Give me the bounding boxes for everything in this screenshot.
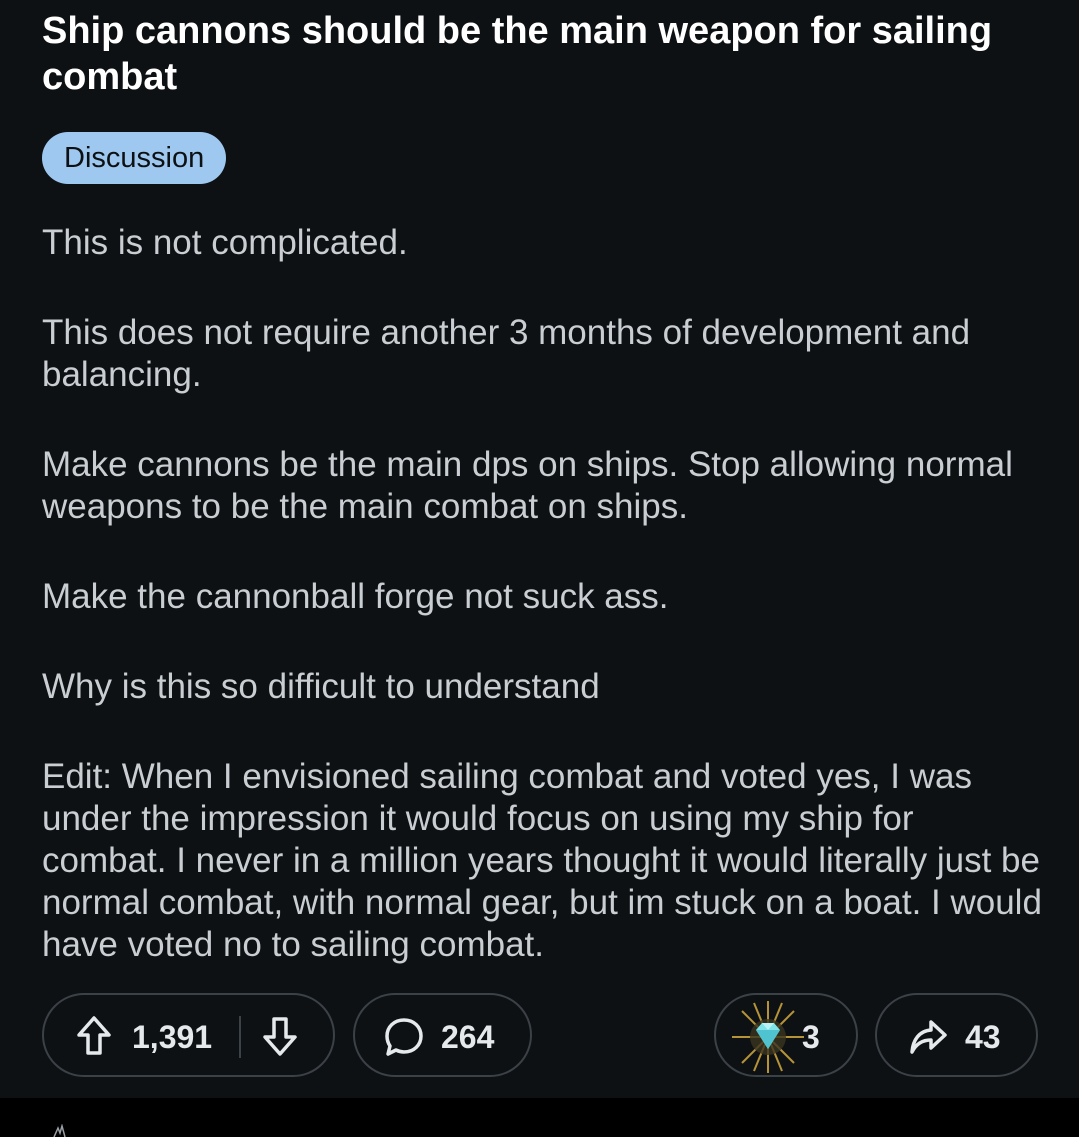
vote-score: 1,391 <box>132 1019 213 1055</box>
award-button[interactable]: 3 <box>714 993 858 1077</box>
upvote-arrow-icon[interactable] <box>76 1015 112 1057</box>
diamond-award-icon <box>728 999 808 1075</box>
share-count: 43 <box>965 1019 1001 1055</box>
bottom-bar <box>0 1098 1079 1137</box>
share-arrow-icon <box>907 1016 949 1058</box>
partial-icon <box>53 1124 66 1137</box>
post-flair[interactable]: Discussion <box>42 132 227 184</box>
speech-bubble-icon <box>383 1016 425 1058</box>
post-body: This is not complicated. This does not r… <box>42 222 1042 1014</box>
comment-count: 264 <box>441 1019 495 1055</box>
post-paragraph: Make the cannonball forge not suck ass. <box>42 577 669 616</box>
post-paragraph: This does not require another 3 months o… <box>42 313 971 394</box>
post-paragraph: Why is this so difficult to understand <box>42 667 600 706</box>
vote-divider <box>239 1016 241 1058</box>
award-count: 3 <box>802 1019 820 1055</box>
comments-button[interactable]: 264 <box>353 993 532 1077</box>
share-button[interactable]: 43 <box>875 993 1038 1077</box>
vote-control: 1,391 <box>42 993 335 1077</box>
post-action-bar: 1,391 264 3 43 <box>42 993 1038 1079</box>
post-title[interactable]: Ship cannons should be the main weapon f… <box>42 8 1042 100</box>
post-paragraph: Edit: When I envisioned sailing combat a… <box>42 757 1042 964</box>
downvote-arrow-icon[interactable] <box>262 1015 298 1057</box>
post-paragraph: This is not complicated. <box>42 223 408 262</box>
post-paragraph: Make cannons be the main dps on ships. S… <box>42 445 1013 526</box>
